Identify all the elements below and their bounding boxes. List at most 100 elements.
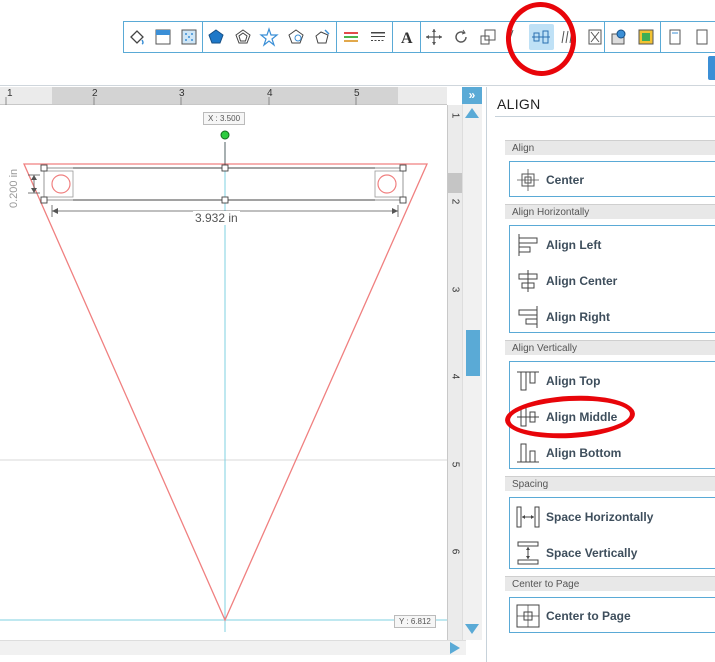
modify-icon — [315, 29, 330, 44]
library-icon — [611, 29, 626, 45]
store-button[interactable] — [634, 24, 660, 50]
ruler-side-label: 4 — [449, 373, 461, 380]
page-setup-button[interactable] — [662, 24, 688, 50]
panel-tab-handle[interactable] — [708, 56, 715, 80]
height-dimension-label: 0.200 in — [8, 168, 20, 208]
line-style-icon — [371, 32, 386, 41]
toolbar-group-fill — [123, 21, 203, 53]
ruler-side-label: 5 — [449, 461, 461, 468]
center-label: Center — [546, 173, 585, 187]
ruler-side-label: 1 — [449, 112, 461, 119]
align-right-button[interactable]: Align Right — [510, 302, 610, 332]
ruler-side-label: 2 — [449, 198, 461, 205]
align-bottom-label: Align Bottom — [546, 446, 622, 460]
section-center-to-page: Center to Page — [509, 597, 715, 633]
align-left-button[interactable]: Align Left — [510, 230, 601, 260]
toolbar-group-pages — [660, 21, 715, 53]
align-left-label: Align Left — [546, 238, 602, 252]
rotate-icon — [455, 29, 467, 43]
align-top-button[interactable]: Align Top — [510, 366, 600, 396]
library-button[interactable] — [606, 24, 632, 50]
modify-button[interactable] — [310, 24, 335, 50]
align-center-icon — [517, 169, 539, 191]
selection-handles[interactable] — [40, 164, 407, 204]
paint-bucket-icon — [130, 30, 144, 45]
canvas-drawing — [0, 130, 447, 632]
horizontal-scrollbar[interactable] — [0, 640, 466, 655]
section-header-align-horizontally: Align Horizontally — [505, 204, 715, 219]
space-horizontally-button[interactable]: Space Horizontally — [510, 502, 653, 532]
align-center-horizontal-button[interactable]: Align Center — [510, 266, 617, 296]
vertical-scroll-thumb[interactable] — [466, 330, 480, 376]
align-bottom-button[interactable]: Align Bottom — [510, 438, 621, 468]
toolbar: A — [0, 0, 715, 86]
fill-panel-icon — [155, 29, 171, 45]
pattern-icon — [181, 29, 197, 45]
fill-panel-button[interactable] — [151, 24, 175, 50]
ruler-top-label: 1 — [7, 88, 13, 99]
align-top-icon — [517, 371, 539, 391]
ruler-top-ticks — [5, 97, 357, 105]
scale-icon — [480, 29, 496, 45]
text-style-button[interactable]: A — [394, 24, 419, 50]
toolbar-group-shapes — [202, 21, 337, 53]
space-horizontally-icon — [516, 506, 540, 528]
right-circle-shape[interactable] — [377, 174, 397, 194]
panel-title-divider — [495, 116, 715, 117]
ruler-top-label: 5 — [354, 88, 360, 99]
toolbar-group-library — [604, 21, 661, 53]
y-coordinate-readout: Y : 6.812 — [394, 615, 436, 628]
left-circle-shape[interactable] — [51, 174, 71, 194]
align-center-label: Align Center — [546, 274, 618, 288]
line-style-button[interactable] — [366, 24, 392, 50]
section-align-horizontally: Align Left Align Center Align Right — [509, 225, 715, 333]
align-top-label: Align Top — [546, 374, 601, 388]
pentagon-fill-icon — [208, 29, 224, 44]
toolbar-group-text: A — [392, 21, 421, 53]
scale-button[interactable] — [475, 24, 500, 50]
center-to-page-icon — [516, 604, 540, 628]
fill-tool-button[interactable] — [125, 24, 149, 50]
line-color-icon — [343, 32, 358, 42]
x-coordinate-readout: X : 3.500 — [203, 112, 246, 125]
center-to-page-label: Center to Page — [546, 609, 631, 623]
scroll-down-arrow-icon[interactable] — [465, 624, 479, 634]
move-button[interactable] — [422, 24, 447, 50]
scroll-up-arrow-icon[interactable] — [465, 108, 479, 118]
store-icon — [638, 29, 654, 45]
double-chevron-right-icon: » — [468, 88, 476, 102]
design-canvas[interactable]: 3.932 in 0.200 in X : 3.500 Y : 6.812 — [0, 87, 462, 652]
sketch-button[interactable] — [257, 24, 282, 50]
move-icon — [426, 29, 443, 45]
ruler-side-label: 6 — [449, 548, 461, 555]
space-vertically-icon — [517, 541, 539, 565]
ruler-side: 1 2 3 4 5 6 — [447, 105, 462, 652]
align-bottom-icon — [517, 443, 539, 463]
pattern-fill-button[interactable] — [177, 24, 201, 50]
offset-button[interactable] — [231, 24, 256, 50]
pentagon-button[interactable] — [204, 24, 229, 50]
selection-box — [43, 167, 404, 201]
center-button[interactable]: Center — [510, 165, 584, 195]
ruler-top-label: 2 — [92, 88, 98, 99]
rotate-handle[interactable] — [220, 130, 230, 140]
collapse-panel-button[interactable]: » — [462, 87, 482, 104]
nesting-icon — [588, 29, 602, 45]
center-to-page-button[interactable]: Center to Page — [510, 601, 631, 631]
send-button[interactable] — [690, 24, 715, 50]
ruler-top-label: 4 — [267, 88, 273, 99]
section-header-align: Align — [505, 140, 715, 155]
rotate-button[interactable] — [449, 24, 474, 50]
space-vertically-button[interactable]: Space Vertically — [510, 538, 637, 568]
align-right-label: Align Right — [546, 310, 610, 324]
vertical-scrollbar[interactable] — [462, 104, 482, 640]
line-color-button[interactable] — [338, 24, 364, 50]
trace-button[interactable] — [284, 24, 309, 50]
ruler-side-label: 3 — [449, 286, 461, 293]
section-header-spacing: Spacing — [505, 476, 715, 491]
scroll-right-arrow-icon[interactable] — [450, 642, 460, 654]
trace-icon — [288, 29, 304, 44]
align-right-icon — [518, 306, 538, 328]
send-icon — [696, 29, 708, 45]
text-icon: A — [401, 30, 413, 47]
